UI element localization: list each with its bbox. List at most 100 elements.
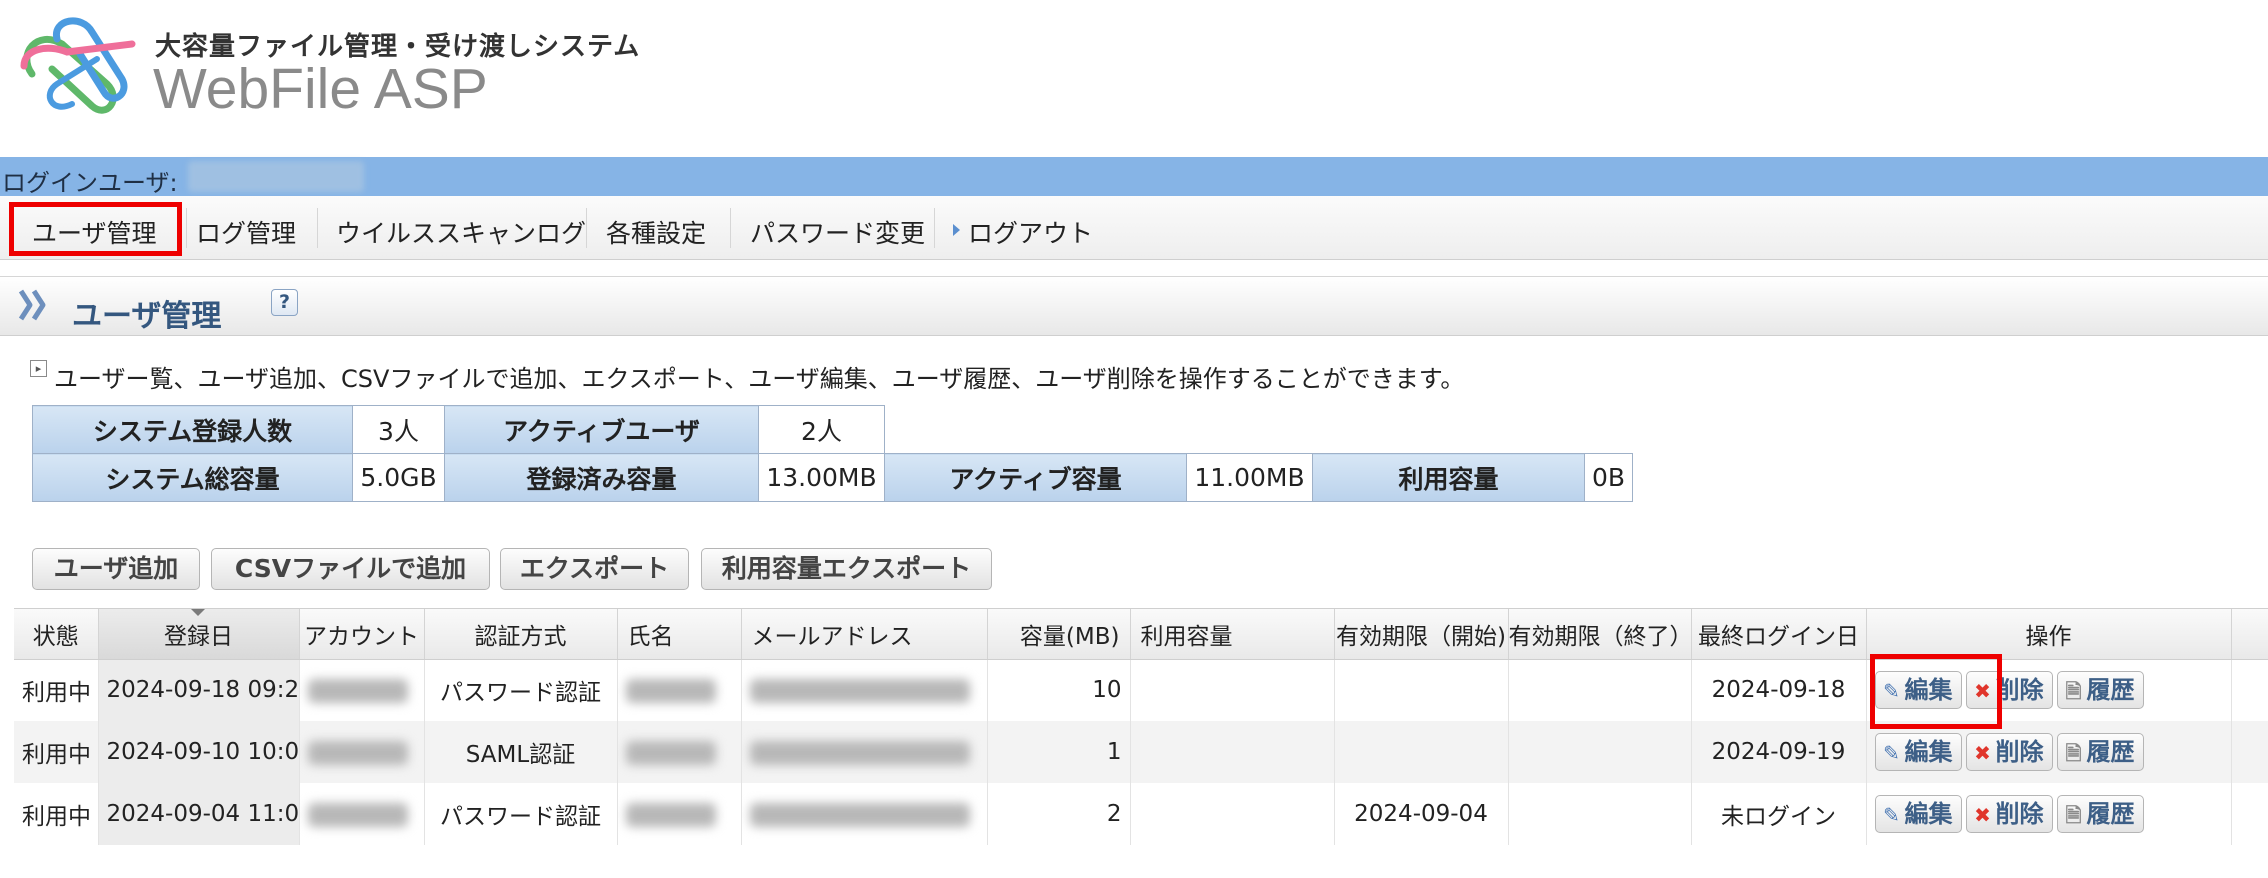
cell-account-redacted — [299, 721, 425, 783]
cell-last-login: 2024-09-19 — [1691, 721, 1867, 783]
nav-divider — [586, 208, 587, 248]
delete-label: 削除 — [1995, 738, 2044, 766]
nav-virus-scan-log[interactable]: ウイルススキャンログ — [336, 214, 586, 250]
table-row: 利用中 2024-09-10 10:0 SAML認証 1 2024-09-19 … — [14, 721, 2268, 783]
nav-divider — [730, 208, 731, 248]
cell-operations: ✎ 編集 ✖ 削除 🗎 履歴 — [1866, 721, 2232, 783]
col-valid-start[interactable]: 有効期限（開始) — [1334, 609, 1509, 660]
history-button[interactable]: 🗎 履歴 — [2056, 795, 2144, 833]
nav-change-password[interactable]: パスワード変更 — [750, 214, 925, 250]
help-icon[interactable]: ? — [271, 289, 298, 316]
csv-add-button[interactable]: CSVファイルで追加 — [211, 548, 490, 590]
cell-capacity: 2 — [987, 783, 1131, 845]
summary-table: システム登録人数 3人 アクティブユーザ 2人 システム総容量 5.0GB 登録… — [32, 405, 1633, 502]
history-label: 履歴 — [2086, 738, 2135, 766]
nav-logout[interactable]: ログアウト — [968, 214, 1093, 250]
summary-label: 利用容量 — [1312, 453, 1585, 502]
cell-valid-start — [1334, 659, 1509, 721]
info-box-icon: ▸ — [30, 360, 47, 377]
summary-label: 登録済み容量 — [444, 453, 759, 502]
cell-email-redacted — [741, 721, 988, 783]
delete-button[interactable]: ✖ 削除 — [1965, 733, 2053, 771]
col-status[interactable]: 状態 — [14, 609, 99, 660]
delete-button[interactable]: ✖ 削除 — [1965, 795, 2053, 833]
summary-value: 2人 — [758, 405, 885, 454]
section-heading: ユーザ管理 ? — [0, 276, 2268, 336]
col-registered-label: 登録日 — [164, 623, 233, 650]
edit-label: 編集 — [1904, 800, 1953, 828]
login-bar: ログインユーザ: — [0, 157, 2268, 197]
header: 大容量ファイル管理・受け渡しシステム WebFile ASP — [0, 0, 2268, 157]
x-icon: ✖ — [1974, 803, 1991, 827]
app-title: WebFile ASP — [153, 57, 488, 121]
nav-settings[interactable]: 各種設定 — [606, 214, 706, 250]
summary-value: 3人 — [352, 405, 445, 454]
highlight-box-nav — [9, 202, 182, 256]
cell-name-redacted — [617, 783, 742, 845]
edit-button[interactable]: ✎ 編集 — [1874, 795, 1962, 833]
edit-button[interactable]: ✎ 編集 — [1874, 733, 1962, 771]
history-button[interactable]: 🗎 履歴 — [2056, 733, 2144, 771]
cell-filler — [2231, 783, 2268, 845]
cell-account-redacted — [299, 783, 425, 845]
nav-divider — [186, 208, 187, 248]
summary-value: 0B — [1584, 453, 1633, 502]
cell-filler — [2231, 721, 2268, 783]
sort-desc-icon — [190, 609, 205, 616]
delete-label: 削除 — [1995, 800, 2044, 828]
double-chevron-icon — [18, 289, 46, 321]
summary-value: 13.00MB — [758, 453, 885, 502]
summary-row: システム総容量 5.0GB 登録済み容量 13.00MB アクティブ容量 11.… — [32, 453, 1633, 502]
logout-arrow-icon — [953, 224, 960, 236]
table-row: 利用中 2024-09-04 11:0 パスワード認証 2 2024-09-04… — [14, 783, 2268, 845]
add-user-button[interactable]: ユーザ追加 — [32, 548, 200, 590]
col-email[interactable]: メールアドレス — [741, 609, 988, 660]
history-label: 履歴 — [2086, 676, 2135, 705]
summary-value: 11.00MB — [1186, 453, 1313, 502]
nav-divider — [317, 208, 318, 248]
table-header-row: 状態 登録日 アカウント 認証方式 氏名 メールアドレス 容量(MB) 利用容量… — [14, 609, 2268, 660]
col-operations: 操作 — [1866, 609, 2232, 660]
export-button[interactable]: エクスポート — [500, 548, 689, 590]
cell-valid-end — [1508, 783, 1692, 845]
history-button[interactable]: 🗎 履歴 — [2056, 671, 2144, 710]
col-registered[interactable]: 登録日 — [98, 609, 300, 660]
col-auth[interactable]: 認証方式 — [424, 609, 618, 660]
history-label: 履歴 — [2086, 800, 2135, 828]
cell-registered: 2024-09-18 09:2 — [98, 659, 300, 721]
cell-auth: SAML認証 — [424, 721, 618, 783]
document-icon: 🗎 — [2065, 803, 2082, 827]
cell-valid-end — [1508, 721, 1692, 783]
cell-name-redacted — [617, 659, 742, 721]
col-last-login[interactable]: 最終ログイン日 — [1691, 609, 1867, 660]
cell-status: 利用中 — [14, 721, 99, 783]
cell-operations: ✎ 編集 ✖ 削除 🗎 履歴 — [1866, 783, 2232, 845]
cell-valid-start — [1334, 721, 1509, 783]
col-usage[interactable]: 利用容量 — [1130, 609, 1335, 660]
cell-capacity: 10 — [987, 659, 1131, 721]
cell-account-redacted — [299, 659, 425, 721]
cell-valid-start: 2024-09-04 — [1334, 783, 1509, 845]
highlight-box-edit — [1870, 654, 2002, 729]
login-user-label: ログインユーザ: — [2, 169, 178, 197]
cell-status: 利用中 — [14, 659, 99, 721]
summary-label: システム登録人数 — [32, 405, 353, 454]
edit-label: 編集 — [1904, 738, 1953, 766]
main-nav: ユーザ管理 ログ管理 ウイルススキャンログ 各種設定 パスワード変更 ログアウト — [0, 196, 2268, 260]
cell-valid-end — [1508, 659, 1692, 721]
summary-label: アクティブユーザ — [444, 405, 759, 454]
cell-last-login: 未ログイン — [1691, 783, 1867, 845]
col-name[interactable]: 氏名 — [617, 609, 742, 660]
usage-export-button[interactable]: 利用容量エクスポート — [701, 548, 992, 590]
col-capacity[interactable]: 容量(MB) — [987, 609, 1131, 660]
paperclip-logo-icon — [20, 17, 136, 114]
login-user-name-redacted — [188, 161, 364, 192]
nav-log-management[interactable]: ログ管理 — [196, 214, 296, 250]
cell-usage — [1130, 659, 1335, 721]
col-valid-end[interactable]: 有効期限（終了） — [1508, 609, 1692, 660]
delete-label: 削除 — [1995, 676, 2044, 705]
col-account[interactable]: アカウント — [299, 609, 425, 660]
x-icon: ✖ — [1974, 741, 1991, 765]
cell-name-redacted — [617, 721, 742, 783]
cell-status: 利用中 — [14, 783, 99, 845]
